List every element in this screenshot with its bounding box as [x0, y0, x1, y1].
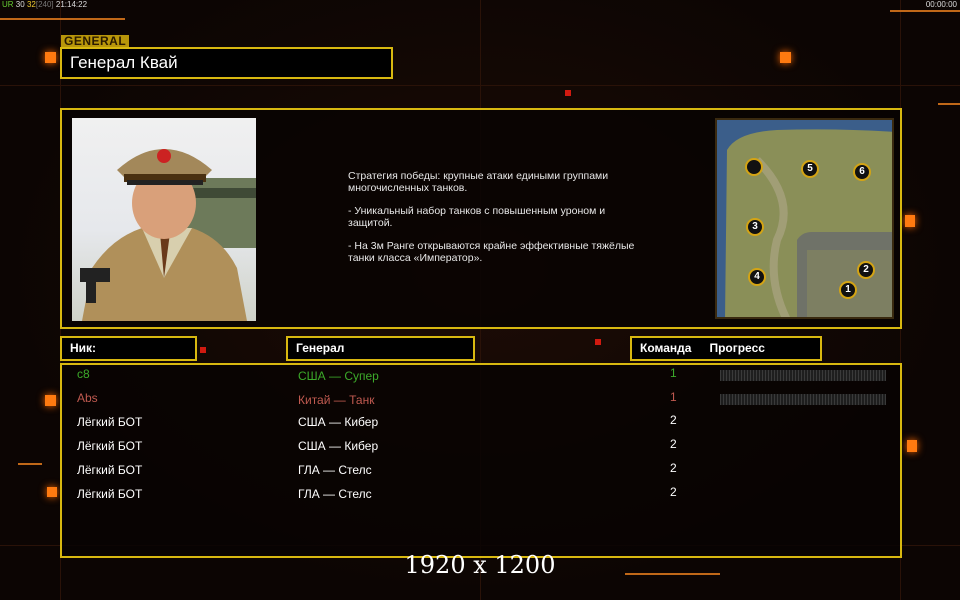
- player-team: 2: [670, 437, 677, 451]
- player-team: 1: [670, 366, 677, 380]
- deco-line: [938, 103, 960, 105]
- map-start-marker[interactable]: 2: [857, 261, 875, 279]
- player-row[interactable]: Лёгкий БОТ ГЛА — Стелс 2: [62, 461, 898, 487]
- deco-dot: [595, 339, 601, 345]
- description-line: - На 3м Ранге открываются крайне эффекти…: [348, 240, 635, 264]
- deco-square: [45, 395, 56, 406]
- player-nick: c8: [77, 367, 90, 381]
- player-nick: Лёгкий БОТ: [77, 439, 143, 453]
- map-start-marker[interactable]: 4: [748, 268, 766, 286]
- player-row[interactable]: Лёгкий БОТ США — Кибер 2: [62, 413, 898, 439]
- hud-value: 32: [26, 0, 36, 9]
- player-general: США — Кибер: [298, 439, 379, 453]
- description-line: Стратегия победы: крупные атаки едиными …: [348, 170, 609, 194]
- general-name: Генерал Квай: [60, 47, 393, 79]
- player-row[interactable]: Abs Китай — Танк 1: [62, 390, 898, 415]
- column-header-general: Генерал: [286, 336, 475, 361]
- player-general: США — Супер: [298, 369, 379, 383]
- hud-clock: 21:14:22: [55, 0, 88, 9]
- deco-square: [45, 52, 56, 63]
- minimap[interactable]: 5 6 3 4 2 1: [715, 118, 894, 319]
- player-team: 1: [670, 390, 677, 404]
- player-general: Китай — Танк: [298, 393, 375, 407]
- column-header-team-progress: Команда Прогресс: [630, 336, 822, 361]
- player-nick: Abs: [77, 391, 98, 405]
- player-row[interactable]: Лёгкий БОТ ГЛА — Стелс 2: [62, 485, 898, 511]
- column-header-nick: Ник:: [60, 336, 197, 361]
- map-start-marker[interactable]: 6: [853, 163, 871, 181]
- player-general: США — Кибер: [298, 415, 379, 429]
- resolution-label: 1920 x 1200: [404, 551, 556, 579]
- player-team: 2: [670, 413, 677, 427]
- player-general: ГЛА — Стелс: [298, 487, 372, 501]
- player-nick: Лёгкий БОТ: [77, 463, 143, 477]
- general-description: Стратегия победы: крупные атаки едиными …: [348, 170, 648, 275]
- player-progress-bar: [720, 370, 886, 381]
- deco-square: [780, 52, 791, 63]
- hud-stats: UR 30 32[240] 21:14:22: [2, 0, 87, 9]
- game-timer: 00:00:00: [925, 0, 957, 9]
- deco-line: [18, 463, 42, 465]
- map-start-marker[interactable]: 5: [801, 160, 819, 178]
- player-nick: Лёгкий БОТ: [77, 415, 143, 429]
- player-team: 2: [670, 485, 677, 499]
- map-start-marker[interactable]: [745, 158, 763, 176]
- player-progress-bar: [720, 394, 886, 405]
- hud-value: [240]: [35, 0, 54, 9]
- deco-line: [0, 18, 125, 20]
- deco-square: [907, 440, 917, 452]
- player-row[interactable]: Лёгкий БОТ США — Кибер 2: [62, 437, 898, 463]
- deco-square: [47, 487, 57, 497]
- player-nick: Лёгкий БОТ: [77, 487, 143, 501]
- hud-value: 30: [15, 0, 25, 9]
- column-header-progress: Прогресс: [709, 341, 765, 355]
- deco-dot: [565, 90, 571, 96]
- deco-dot: [200, 347, 206, 353]
- player-row[interactable]: c8 США — Супер 1: [62, 366, 898, 391]
- deco-square: [905, 215, 915, 227]
- hud-label: UR: [2, 0, 14, 9]
- map-start-marker[interactable]: 1: [839, 281, 857, 299]
- column-header-team: Команда: [640, 341, 692, 355]
- player-general: ГЛА — Стелс: [298, 463, 372, 477]
- general-portrait: [72, 118, 256, 321]
- player-team: 2: [670, 461, 677, 475]
- deco-line: [890, 10, 960, 12]
- map-start-marker[interactable]: 3: [746, 218, 764, 236]
- description-line: - Уникальный набор танков с повышенным у…: [348, 205, 606, 229]
